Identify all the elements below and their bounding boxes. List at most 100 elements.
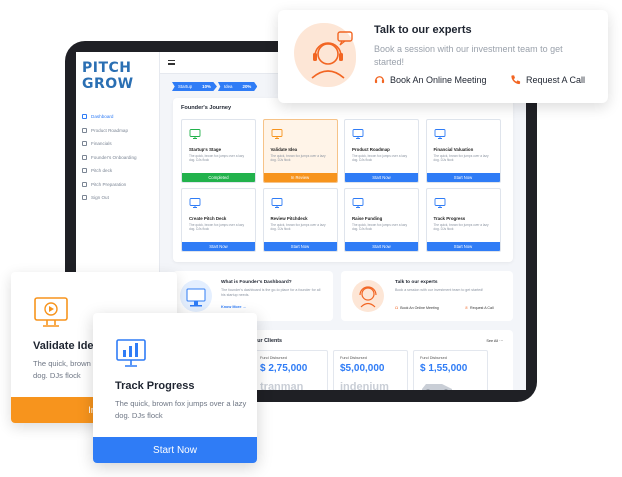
journey-card-title: Create Pitch Deck [189, 216, 227, 221]
funding-icon [352, 197, 364, 209]
sidebar-item-label: Sign Out [91, 195, 109, 201]
financials-icon [82, 141, 87, 147]
sidebar-item-label: Financials [91, 141, 112, 147]
journey-card-title: Startup's Stage [189, 147, 222, 152]
journey-card-action[interactable]: Start Now [182, 242, 255, 251]
journey-card-action[interactable]: Start Now [426, 173, 500, 182]
journey-card[interactable]: Validate Idea The quick, brown fox jumps … [262, 119, 338, 183]
mini-request-call-link[interactable]: ✆ Request A Call [465, 306, 494, 310]
hamburger-menu-icon[interactable] [168, 60, 175, 65]
sidebar-item-label: Product Roadmap [91, 127, 129, 133]
journey-card-title: Financial Valuation [433, 147, 474, 152]
sidebar-item-product-roadmap[interactable]: Product Roadmap [82, 124, 156, 138]
presentation-chart-icon [116, 339, 146, 367]
sidebar-item-label: Founder's Onboarding [91, 154, 137, 160]
journey-card-action[interactable]: Completed [182, 173, 255, 182]
journey-card[interactable]: Product Roadmap The quick, brown fox jump… [344, 119, 419, 183]
request-call-button[interactable]: Request A Call [510, 74, 585, 85]
journey-card-action[interactable]: Start Now [345, 242, 418, 251]
logo-line2: GROW [82, 76, 134, 92]
step-startup[interactable]: Startup 10% [172, 82, 217, 91]
journey-card[interactable]: Review Pitchdeck The quick, brown fox jum… [262, 188, 338, 252]
journey-card[interactable]: Financial Valuation The quick, brown fox … [425, 119, 501, 183]
client-value: $5,00,000 [340, 363, 385, 374]
expert-popup-desc: Book a session with our investment team … [374, 44, 563, 67]
client-label: Fund Disbursed [260, 356, 287, 360]
review-deck-icon [271, 197, 283, 209]
client-value: $ 2,75,000 [260, 363, 308, 374]
journey-card-desc: The quick, brown fox jumps over a lazy d… [270, 154, 326, 162]
know-more-link[interactable]: Know More → [221, 305, 246, 309]
info-left-title: What is Founder's Dashboard? [221, 280, 292, 285]
roadmap-icon [82, 127, 87, 133]
mini-book-meeting-link[interactable]: ☊ Book An Online Meeting [395, 306, 439, 310]
journey-card-title: Review Pitchdeck [270, 216, 308, 221]
journey-card-action[interactable]: Start Now [345, 173, 418, 182]
info-right-desc: Book a session with our investment team … [395, 288, 484, 292]
logo: PITCH GROW [82, 60, 134, 92]
sidebar-item-founder-s-onboarding[interactable]: Founder's Onboarding [82, 151, 156, 165]
journey-card-desc: The quick, brown fox jumps over a lazy d… [433, 154, 489, 162]
validate-idea-icon [271, 128, 283, 140]
create-deck-icon [189, 197, 201, 209]
info-left-desc: The founder's dashboard is the go-to pla… [221, 288, 321, 297]
car-logo-icon [422, 384, 452, 390]
logo-line1: PITCH [82, 60, 132, 76]
sidebar-item-sign-out[interactable]: Sign Out [82, 191, 156, 205]
client-value: $ 1,55,000 [420, 363, 468, 374]
request-call-label: Request A Call [526, 74, 586, 85]
journey-card-title: Raise Funding [352, 216, 383, 221]
journey-card-title: Track Progress [433, 216, 466, 221]
expert-popup-title: Talk to our experts [374, 24, 472, 36]
track-progress-card: Track Progress The quick, brown fox jump… [93, 313, 257, 463]
journey-card-action[interactable]: In Review [263, 173, 337, 182]
journey-card-desc: The quick, brown fox jumps over a lazy d… [189, 154, 245, 162]
clients-title: Our Clients [253, 338, 283, 344]
validate-idea-title: Validate Idea [33, 340, 100, 352]
sidebar-item-pitch-deck[interactable]: Pitch deck [82, 164, 156, 178]
journey-card[interactable]: Create Pitch Deck The quick, brown fox ju… [181, 188, 256, 252]
journey-card-action[interactable]: Start Now [263, 242, 337, 251]
sidebar-nav: Dashboard Product Roadmap Financials Founde… [82, 110, 156, 205]
progress-steps: Startup 10% Idea 20% [172, 82, 258, 91]
client-card[interactable]: Fund Disbursed $ 2,75,000 tranman [253, 350, 328, 390]
journey-card-title: Validate Idea [270, 147, 298, 152]
start-now-button[interactable]: Start Now [93, 437, 257, 463]
client-card[interactable]: Fund Disbursed $5,00,000 indenium [333, 350, 408, 390]
client-label: Fund Disbursed [420, 356, 447, 360]
sidebar-item-label: Dashboard [91, 114, 114, 120]
journey-card-title: Product Roadmap [352, 147, 390, 152]
journey-card-action[interactable]: Start Now [426, 242, 500, 251]
book-online-meeting-button[interactable]: Book An Online Meeting [374, 74, 487, 85]
info-right-title: Talk to our experts [395, 280, 438, 285]
sidebar-item-dashboard[interactable]: Dashboard [82, 110, 156, 124]
client-card[interactable]: Fund Disbursed $ 1,55,000 [413, 350, 488, 390]
journey-card[interactable]: Startup's Stage The quick, brown fox jump… [181, 119, 256, 183]
journey-card-desc: The quick, brown fox jumps over a lazy d… [189, 223, 245, 231]
sidebar-item-label: Pitch deck [91, 168, 113, 174]
progress-icon [434, 197, 446, 209]
sidebar-item-label: Pitch Preparation [91, 181, 127, 187]
book-meeting-label: Book An Online Meeting [390, 74, 487, 85]
journey-card-desc: The quick, brown fox jumps over a lazy d… [270, 223, 326, 231]
client-logo-text: indenium [340, 381, 389, 390]
startup-stage-icon [189, 128, 201, 140]
experts-info: Talk to our experts Book a session with … [341, 271, 513, 321]
marketing-hero: PITCH GROW Dashboard Product Roadmap Finan… [0, 0, 622, 477]
onboarding-icon [82, 154, 87, 160]
headset-icon [374, 76, 385, 84]
step-idea[interactable]: Idea 20% [217, 82, 258, 91]
journey-card[interactable]: Raise Funding The quick, brown fox jumps … [344, 188, 419, 252]
journey-card[interactable]: Track Progress The quick, brown fox jumps… [425, 188, 501, 252]
track-progress-title: Track Progress [115, 380, 195, 392]
support-agent-icon [352, 280, 384, 312]
sidebar-item-financials[interactable]: Financials [82, 137, 156, 151]
signout-icon [82, 195, 87, 201]
preparation-icon [82, 181, 87, 187]
founders-journey-panel: Founder's Journey Startup's Stage The qui… [173, 98, 513, 262]
roadmap-chart-icon [352, 128, 364, 140]
dollar-icon [434, 128, 446, 140]
see-all-link[interactable]: See All ⋯ [486, 338, 503, 343]
sidebar-item-pitch-preparation[interactable]: Pitch Preparation [82, 178, 156, 192]
talk-to-experts-popup: Talk to our experts Book a session with … [278, 10, 608, 103]
